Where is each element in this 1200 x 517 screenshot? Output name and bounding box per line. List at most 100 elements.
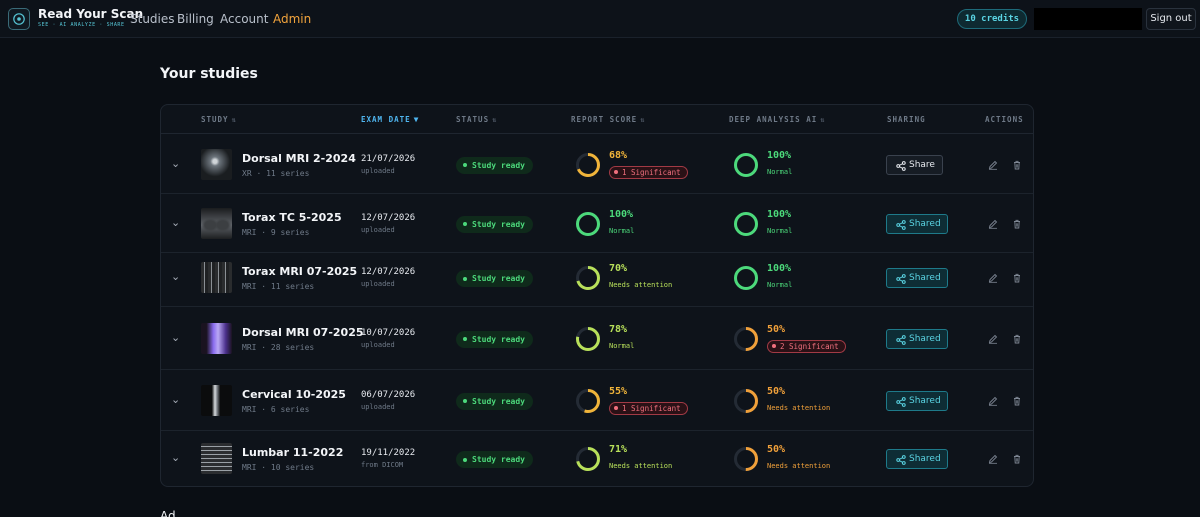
edit-icon[interactable]	[988, 334, 998, 344]
edit-icon[interactable]	[988, 160, 998, 170]
col-report-score[interactable]: REPORT SCORE ⇅	[571, 115, 645, 124]
shared-button[interactable]: Shared	[886, 213, 948, 234]
sign-out-button[interactable]: Sign out	[1146, 8, 1196, 30]
study-name[interactable]: Torax TC 5-2025	[242, 211, 342, 224]
exam-date: 12/07/2026	[361, 212, 416, 223]
deep-analysis-ring	[734, 211, 758, 236]
study-name[interactable]: Torax MRI 07-2025	[242, 265, 357, 278]
study-name[interactable]: Dorsal MRI 2-2024	[242, 152, 356, 165]
table-row[interactable]: ⌄ Torax MRI 07-2025 MRI · 11 series 12/07/2…	[161, 249, 1033, 307]
expand-chevron-icon[interactable]: ⌄	[171, 451, 180, 464]
report-score-value: 68%	[609, 149, 628, 161]
table-row[interactable]: ⌄ Dorsal MRI 2-2024 XR · 11 series 21/07/20…	[161, 135, 1033, 194]
exam-date: 19/11/2022	[361, 448, 416, 458]
col-exam-date[interactable]: EXAM DATE ▼	[361, 115, 419, 124]
edit-icon[interactable]	[988, 219, 998, 229]
col-status[interactable]: STATUS ⇅	[456, 115, 497, 124]
nav-billing[interactable]: Billing	[177, 12, 214, 26]
deep-analysis-label: Needs attention	[767, 462, 831, 470]
alert-dot-icon	[614, 406, 618, 410]
share-icon	[896, 455, 906, 465]
deep-analysis-ring	[734, 388, 758, 413]
delete-icon[interactable]	[1012, 334, 1022, 344]
status-dot-icon	[463, 457, 467, 462]
nav-studies[interactable]: Studies	[130, 12, 175, 26]
report-score-ring	[576, 447, 600, 471]
study-modality: MRI · 11 series	[242, 282, 315, 291]
edit-icon[interactable]	[988, 454, 998, 464]
table-row[interactable]: ⌄ Dorsal MRI 07-2025 MRI · 28 series 10/07/…	[161, 307, 1033, 370]
study-thumbnail[interactable]	[201, 207, 232, 239]
delete-icon[interactable]	[1012, 160, 1022, 170]
logo-icon[interactable]	[8, 8, 30, 30]
status-dot-icon	[463, 399, 467, 403]
deep-analysis-ring	[734, 447, 758, 471]
edit-icon[interactable]	[988, 396, 998, 406]
table-row[interactable]: ⌄ Torax TC 5-2025 MRI · 9 series 12/07/2026…	[161, 194, 1033, 253]
report-score-value: 71%	[609, 444, 628, 455]
deep-analysis-value: 50%	[767, 385, 786, 397]
expand-chevron-icon[interactable]: ⌄	[171, 331, 180, 344]
study-thumbnail[interactable]	[201, 384, 232, 416]
nav-account[interactable]: Account	[220, 12, 268, 26]
report-score-label: Needs attention	[609, 462, 673, 470]
sort-icon: ⇅	[492, 116, 498, 124]
report-score-value: 55%	[609, 385, 628, 397]
col-sharing: SHARING	[887, 115, 926, 124]
delete-icon[interactable]	[1012, 454, 1022, 464]
study-name[interactable]: Lumbar 11-2022	[242, 446, 343, 459]
expand-chevron-icon[interactable]: ⌄	[171, 393, 180, 406]
delete-icon[interactable]	[1012, 273, 1022, 283]
expand-chevron-icon[interactable]: ⌄	[171, 157, 180, 170]
table-header: STUDY ⇅ EXAM DATE ▼ STATUS ⇅ REPORT SCORE ⇅ …	[161, 105, 1033, 134]
edit-icon[interactable]	[988, 273, 998, 283]
share-icon	[896, 334, 906, 345]
redacted-user-info	[1034, 8, 1142, 30]
alert-dot-icon	[614, 170, 618, 174]
shared-button[interactable]: Shared	[886, 328, 948, 349]
delete-icon[interactable]	[1012, 219, 1022, 229]
credits-badge[interactable]: 10 credits	[957, 9, 1027, 29]
page-title: Your studies	[160, 66, 258, 82]
study-modality: MRI · 28 series	[242, 342, 315, 352]
delete-icon[interactable]	[1012, 396, 1022, 406]
col-study[interactable]: STUDY ⇅	[201, 115, 237, 124]
study-thumbnail[interactable]	[201, 443, 232, 474]
deep-analysis-ring	[734, 266, 758, 290]
nav-admin[interactable]: Admin	[273, 12, 311, 26]
study-thumbnail[interactable]	[201, 322, 232, 354]
study-name[interactable]: Cervical 10-2025	[242, 388, 346, 401]
top-bar: Read Your Scan SEE · AI ANALYZE · SHARE …	[0, 0, 1200, 38]
report-score-value: 78%	[609, 323, 628, 335]
brand-name[interactable]: Read Your Scan	[38, 7, 143, 21]
deep-analysis-ring	[734, 152, 758, 177]
exam-date-source: uploaded	[361, 225, 395, 234]
share-icon	[896, 274, 906, 284]
sort-desc-icon: ▼	[413, 115, 420, 124]
col-deep-analysis[interactable]: DEEP ANALYSIS AI ⇅	[729, 115, 825, 124]
table-row[interactable]: ⌄ Cervical 10-2025 MRI · 6 series 06/07/202…	[161, 370, 1033, 431]
shared-button[interactable]: Shared	[886, 268, 948, 288]
table-row[interactable]: ⌄ Lumbar 11-2022 MRI · 10 series 19/11/2022…	[161, 431, 1033, 486]
share-icon	[896, 396, 906, 407]
report-score-label: Normal	[609, 341, 635, 350]
shared-button[interactable]: Shared	[886, 449, 948, 469]
report-score-value: 100%	[609, 208, 634, 220]
status-badge: Study ready	[456, 215, 533, 233]
status-dot-icon	[463, 222, 467, 226]
sort-icon: ⇅	[820, 116, 826, 124]
expand-chevron-icon[interactable]: ⌄	[171, 270, 180, 283]
significant-badge[interactable]: 1 Significant	[609, 401, 688, 415]
status-badge: Study ready	[456, 330, 533, 348]
study-thumbnail[interactable]	[201, 148, 232, 180]
expand-chevron-icon[interactable]: ⌄	[171, 216, 180, 229]
shared-button[interactable]: Shared	[886, 390, 948, 411]
significant-badge[interactable]: 2 Significant	[767, 339, 846, 353]
deep-analysis-value: 100%	[767, 208, 792, 220]
exam-date-source: from DICOM	[361, 461, 404, 469]
significant-badge[interactable]: 1 Significant	[609, 165, 688, 179]
study-thumbnail[interactable]	[201, 262, 232, 293]
study-name[interactable]: Dorsal MRI 07-2025	[242, 326, 364, 339]
share-button[interactable]: Share	[886, 154, 943, 175]
exam-date-source: uploaded	[361, 340, 395, 349]
